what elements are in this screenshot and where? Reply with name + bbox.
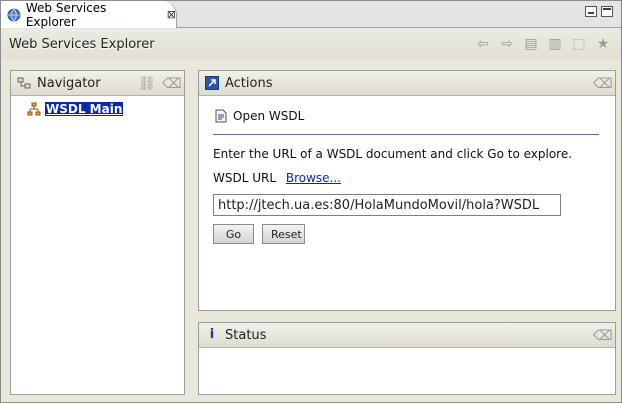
status-header: i Status ⌫	[199, 323, 615, 348]
navigator-tools: ⛓ ⌫	[138, 76, 182, 92]
navigator-panel: Navigator ⛓ ⌫ WSDL Main	[10, 70, 185, 395]
link-icon[interactable]: ⛓	[138, 76, 156, 92]
actions-tools: ⌫	[593, 76, 613, 92]
open-wsdl-heading: Open WSDL	[213, 108, 615, 124]
clear-status-icon[interactable]: ⌫	[593, 328, 613, 344]
close-icon[interactable]: ⊠	[167, 8, 176, 21]
uddi-page-icon[interactable]: ▥	[547, 36, 563, 52]
divider	[213, 134, 599, 135]
actions-panel: Actions ⌫ Open WSDL Enter the URL of a W…	[198, 70, 616, 311]
status-tools: ⌫	[593, 328, 613, 344]
tab-web-services-explorer[interactable]: Web Services Explorer ⊠	[1, 0, 177, 29]
eraser-icon[interactable]: ⌫	[162, 76, 182, 92]
editor-tab-strip: Web Services Explorer ⊠	[1, 0, 621, 29]
navigator-header: Navigator ⛓ ⌫	[11, 71, 184, 96]
wsdl-url-input[interactable]	[213, 194, 561, 216]
reset-button[interactable]: Reset	[262, 224, 305, 244]
wsdl-url-label: WSDL URL	[213, 171, 277, 185]
actions-title: Actions	[225, 75, 273, 91]
browse-link[interactable]: Browse...	[286, 171, 341, 185]
nav-item-label[interactable]: WSDL Main	[45, 102, 124, 116]
status-panel: i Status ⌫	[198, 322, 616, 395]
tab-label: Web Services Explorer	[25, 0, 107, 29]
favorites-star-icon[interactable]: ★	[595, 36, 611, 52]
maximize-button[interactable]	[601, 6, 613, 17]
explorer-title-bar: Web Services Explorer ⇦ ⇨ ▤ ▥ ⬚ ★	[1, 29, 621, 59]
wsdl-page-icon[interactable]: ▤	[523, 36, 539, 52]
go-button[interactable]: Go	[213, 224, 254, 244]
status-title: Status	[225, 327, 267, 343]
back-arrow-icon[interactable]: ⇦	[475, 36, 491, 52]
action-buttons: Go Reset	[213, 224, 615, 244]
info-icon: i	[209, 327, 215, 342]
open-wsdl-icon	[215, 109, 227, 123]
window-controls	[585, 6, 613, 17]
title-toolbar: ⇦ ⇨ ▤ ▥ ⬚ ★	[475, 36, 611, 52]
wsil-page-icon[interactable]: ⬚	[571, 36, 587, 52]
forward-arrow-icon[interactable]: ⇨	[499, 36, 515, 52]
action-description: Enter the URL of a WSDL document and cli…	[213, 147, 573, 161]
wsdl-url-row: WSDL URL Browse...	[213, 171, 615, 185]
globe-icon	[7, 8, 21, 21]
minimize-button[interactable]	[585, 6, 597, 17]
actions-arrow-icon	[205, 76, 219, 90]
actions-header: Actions ⌫	[199, 71, 615, 96]
wsdl-tree-icon	[27, 102, 41, 116]
clear-icon[interactable]: ⌫	[593, 76, 613, 92]
web-services-explorer-window: Web Services Explorer ⊠ Web Services Exp…	[0, 0, 622, 403]
navigator-title: Navigator	[37, 75, 101, 91]
action-title-text: Open WSDL	[233, 109, 305, 123]
page-title: Web Services Explorer	[9, 36, 155, 52]
navigator-icon	[17, 77, 31, 89]
nav-item-wsdl-main[interactable]: WSDL Main	[27, 102, 184, 116]
